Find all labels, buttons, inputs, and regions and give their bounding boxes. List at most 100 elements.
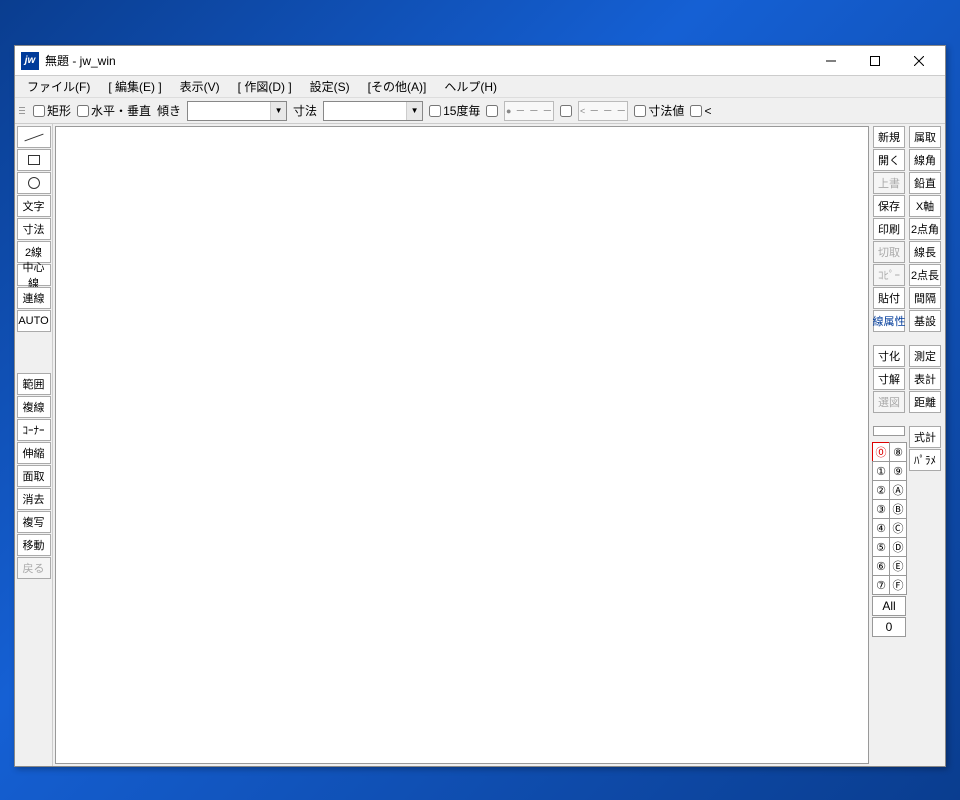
tool-range[interactable]: 範囲: [17, 373, 51, 395]
pat2-checkbox-input[interactable]: [560, 105, 572, 117]
btn-print[interactable]: 印刷: [873, 218, 905, 240]
tool-stretch[interactable]: 伸縮: [17, 442, 51, 464]
btn-len2pt[interactable]: 2点長: [909, 264, 941, 286]
maximize-button[interactable]: [853, 47, 897, 75]
btn-lineprop[interactable]: 線属性: [873, 310, 905, 332]
menu-help[interactable]: ヘルプ(H): [436, 76, 505, 97]
layer-c[interactable]: Ⓒ: [889, 518, 907, 538]
opt-hv-checkbox[interactable]: 水平・垂直: [77, 102, 151, 119]
opt-15deg-checkbox[interactable]: 15度毎: [429, 102, 480, 119]
layer-7[interactable]: ⑦: [872, 575, 890, 595]
layer-3[interactable]: ③: [872, 499, 890, 519]
tool-dim[interactable]: 寸法: [17, 218, 51, 240]
menu-settings[interactable]: 設定(S): [302, 76, 358, 97]
btn-distance[interactable]: 距離: [909, 391, 941, 413]
lt-checkbox-input[interactable]: [690, 105, 702, 117]
btn-overwrite[interactable]: 上書: [873, 172, 905, 194]
btn-cut[interactable]: 切取: [873, 241, 905, 263]
btn-param[interactable]: ﾊﾟﾗﾒ: [909, 449, 941, 471]
btn-baseset[interactable]: 基設: [909, 310, 941, 332]
opt-dimvalue-checkbox[interactable]: 寸法値: [634, 102, 684, 119]
layer-1[interactable]: ①: [872, 461, 890, 481]
btn-open[interactable]: 開く: [873, 149, 905, 171]
btn-paste[interactable]: 貼付: [873, 287, 905, 309]
btn-lineang[interactable]: 線角: [909, 149, 941, 171]
minimize-button[interactable]: [809, 47, 853, 75]
dim-combo[interactable]: ▼: [323, 101, 423, 121]
layer-8[interactable]: ⑧: [889, 442, 907, 462]
hv-checkbox-input[interactable]: [77, 105, 89, 117]
layer-4[interactable]: ④: [872, 518, 890, 538]
btn-table[interactable]: 表計: [909, 368, 941, 390]
menu-file[interactable]: ファイル(F): [19, 76, 98, 97]
layer-all-button[interactable]: All: [872, 596, 906, 616]
layer-e[interactable]: Ⓔ: [889, 556, 907, 576]
btn-xaxis[interactable]: X軸: [909, 195, 941, 217]
layer-9[interactable]: ⑨: [889, 461, 907, 481]
opt-lt-checkbox[interactable]: <: [690, 104, 711, 118]
pattern1-button[interactable]: ● ー ー ー: [504, 101, 554, 121]
btn-ang2pt[interactable]: 2点角: [909, 218, 941, 240]
btn-measure[interactable]: 測定: [909, 345, 941, 367]
btn-dimkai[interactable]: 寸解: [873, 368, 905, 390]
tool-corner[interactable]: ｺｰﾅｰ: [17, 419, 51, 441]
layer-f[interactable]: Ⓕ: [889, 575, 907, 595]
toolbar-grip[interactable]: [19, 101, 25, 121]
menu-bar: ファイル(F) [ 編集(E) ] 表示(V) [ 作図(D) ] 設定(S) …: [15, 76, 945, 98]
circle-icon: [28, 177, 40, 189]
btn-interval[interactable]: 間隔: [909, 287, 941, 309]
opt-rect-checkbox[interactable]: 矩形: [33, 102, 71, 119]
tool-back[interactable]: 戻る: [17, 557, 51, 579]
btn-plumb[interactable]: 鉛直: [909, 172, 941, 194]
drawing-canvas[interactable]: [55, 126, 869, 764]
btn-new[interactable]: 新規: [873, 126, 905, 148]
tool-erase[interactable]: 消去: [17, 488, 51, 510]
angle-combo[interactable]: ▼: [187, 101, 287, 121]
tool-text[interactable]: 文字: [17, 195, 51, 217]
pattern2-button[interactable]: < ー ー ー: [578, 101, 628, 121]
menu-other[interactable]: [その他(A)]: [360, 76, 435, 97]
tool-copy[interactable]: 複写: [17, 511, 51, 533]
btn-formula[interactable]: 式計: [909, 426, 941, 448]
color-swatch[interactable]: [873, 426, 905, 436]
tool-auto[interactable]: AUTO: [17, 310, 51, 332]
deg15-checkbox-input[interactable]: [429, 105, 441, 117]
menu-edit[interactable]: [ 編集(E) ]: [100, 76, 169, 97]
tool-centerline[interactable]: 中心線: [17, 264, 51, 286]
layer-zero-button[interactable]: 0: [872, 617, 906, 637]
layer-b[interactable]: Ⓑ: [889, 499, 907, 519]
layer-6[interactable]: ⑥: [872, 556, 890, 576]
layer-a[interactable]: Ⓐ: [889, 480, 907, 500]
layer-grid: ⓪⑧ ①⑨ ②Ⓐ ③Ⓑ ④Ⓒ ⑤Ⓓ ⑥Ⓔ ⑦Ⓕ: [872, 442, 906, 594]
opt-pat1-checkbox[interactable]: [486, 105, 498, 117]
tool-multi[interactable]: 複線: [17, 396, 51, 418]
layer-d[interactable]: Ⓓ: [889, 537, 907, 557]
tool-move[interactable]: 移動: [17, 534, 51, 556]
layer-0[interactable]: ⓪: [872, 442, 890, 462]
menu-draw[interactable]: [ 作図(D) ]: [230, 76, 300, 97]
btn-linelen[interactable]: 線長: [909, 241, 941, 263]
lt-label: <: [704, 104, 711, 118]
tool-rect[interactable]: [17, 149, 51, 171]
tool-circle[interactable]: [17, 172, 51, 194]
chevron-down-icon[interactable]: ▼: [406, 102, 422, 120]
chevron-down-icon[interactable]: ▼: [270, 102, 286, 120]
btn-save[interactable]: 保存: [873, 195, 905, 217]
close-button[interactable]: [897, 47, 941, 75]
btn-selzu[interactable]: 選図: [873, 391, 905, 413]
rect-checkbox-input[interactable]: [33, 105, 45, 117]
title-bar[interactable]: jw 無題 - jw_win: [15, 46, 945, 76]
layer-5[interactable]: ⑤: [872, 537, 890, 557]
tool-chamfer[interactable]: 面取: [17, 465, 51, 487]
dimvalue-checkbox-input[interactable]: [634, 105, 646, 117]
tool-line[interactable]: [17, 126, 51, 148]
btn-dimka[interactable]: 寸化: [873, 345, 905, 367]
menu-view[interactable]: 表示(V): [172, 76, 228, 97]
layer-2[interactable]: ②: [872, 480, 890, 500]
hv-label: 水平・垂直: [91, 102, 151, 119]
opt-pat2-checkbox[interactable]: [560, 105, 572, 117]
btn-attrget[interactable]: 属取: [909, 126, 941, 148]
tool-renline[interactable]: 連線: [17, 287, 51, 309]
pat1-checkbox-input[interactable]: [486, 105, 498, 117]
btn-copy[interactable]: ｺﾋﾟｰ: [873, 264, 905, 286]
